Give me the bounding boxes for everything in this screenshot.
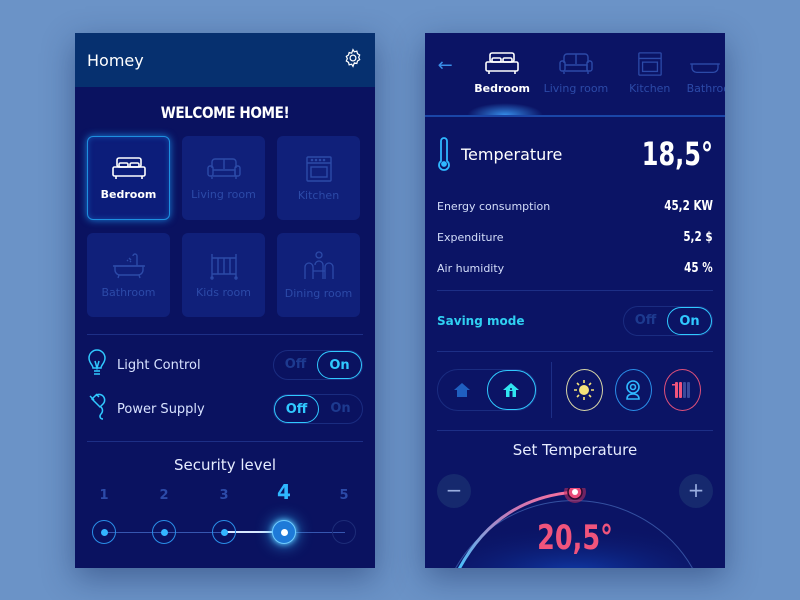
active-tab-indicator xyxy=(467,103,543,115)
room-tabs: ← Bedroom Living room Kitchen Bathroom xyxy=(425,33,725,115)
toggle-off[interactable]: Off xyxy=(624,307,667,335)
home-screen: Homey WELCOME HOME! Bedroom Living room … xyxy=(75,33,375,568)
level-dot-3[interactable] xyxy=(212,520,236,544)
level-dot-1[interactable] xyxy=(92,520,116,544)
back-arrow-icon[interactable]: ← xyxy=(425,51,465,76)
power-supply-row: Power Supply Off On xyxy=(75,387,375,431)
thermometer-icon xyxy=(438,137,450,171)
light-control-toggle[interactable]: Off On xyxy=(273,350,363,380)
divider xyxy=(87,441,363,442)
away-home-icon[interactable] xyxy=(438,370,487,410)
room-tile-kids-room[interactable]: Kids room xyxy=(182,233,265,317)
oven-icon xyxy=(637,52,662,76)
decrease-temperature-button[interactable]: − xyxy=(437,474,471,508)
bed-icon xyxy=(111,156,146,179)
light-bulb-icon xyxy=(87,349,117,381)
app-header: Homey xyxy=(75,33,375,87)
divider xyxy=(437,430,713,431)
saving-mode-toggle[interactable]: Off On xyxy=(623,306,713,336)
bathtub-icon xyxy=(112,252,145,278)
lighting-button[interactable] xyxy=(565,369,603,411)
tab-bathroom[interactable]: Bathroom xyxy=(687,51,725,95)
tab-kitchen[interactable]: Kitchen xyxy=(613,51,687,95)
level-label: 1 xyxy=(99,488,109,503)
stat-row: Air humidity 45 % xyxy=(437,261,713,276)
stat-row: Energy consumption 45,2 KW xyxy=(437,199,713,214)
room-detail-screen: ← Bedroom Living room Kitchen Bathroom T… xyxy=(425,33,725,568)
level-dot-4[interactable] xyxy=(272,520,296,544)
room-tile-bedroom[interactable]: Bedroom xyxy=(87,136,170,220)
set-temperature-title: Set Temperature xyxy=(512,441,638,459)
sofa-icon xyxy=(206,157,241,179)
power-supply-toggle[interactable]: Off On xyxy=(273,394,363,424)
toggle-on[interactable]: On xyxy=(667,307,712,335)
bed-icon xyxy=(485,52,519,74)
heater-button[interactable] xyxy=(663,369,702,411)
level-label: 5 xyxy=(339,488,349,503)
toggle-off[interactable]: Off xyxy=(274,395,319,423)
level-label: 2 xyxy=(159,488,169,503)
bathtub-icon xyxy=(689,63,720,74)
toggle-on[interactable]: On xyxy=(317,351,362,379)
room-tile-bathroom[interactable]: Bathroom xyxy=(87,233,170,317)
room-grid: Bedroom Living room Kitchen Bathroom Kid… xyxy=(75,136,375,317)
toggle-on[interactable]: On xyxy=(319,395,362,423)
level-dot-5[interactable] xyxy=(332,520,356,544)
gear-icon[interactable] xyxy=(343,48,363,72)
home-mode-toggle[interactable] xyxy=(437,369,537,411)
stat-row: Expenditure 5,2 $ xyxy=(437,230,713,245)
level-label-current: 4 xyxy=(277,480,291,504)
increase-temperature-button[interactable]: + xyxy=(679,474,713,508)
light-control-row: Light Control Off On xyxy=(75,343,375,387)
radiator-icon xyxy=(672,382,691,398)
welcome-heading: WELCOME HOME! xyxy=(160,103,290,122)
device-modes xyxy=(425,352,725,428)
home-occupied-icon[interactable] xyxy=(486,370,536,410)
room-tile-living-room[interactable]: Living room xyxy=(182,136,265,220)
app-title: Homey xyxy=(87,50,144,70)
temperature-row: Temperature 18,5° xyxy=(425,117,725,191)
webcam-icon xyxy=(626,380,641,400)
room-tile-dining-room[interactable]: Dining room xyxy=(277,233,360,317)
level-label: 3 xyxy=(219,488,229,503)
crib-icon xyxy=(209,253,238,280)
oven-icon xyxy=(305,155,332,182)
plug-icon xyxy=(87,393,117,425)
saving-mode-row: Saving mode Off On xyxy=(425,291,725,351)
target-temperature: 20,5° xyxy=(537,518,613,558)
sofa-icon xyxy=(559,53,593,74)
level-dot-2[interactable] xyxy=(152,520,176,544)
tab-living-room[interactable]: Living room xyxy=(539,51,613,95)
security-level-slider[interactable]: 1 2 3 4 5 xyxy=(75,480,375,552)
camera-button[interactable] xyxy=(614,369,652,411)
room-tile-kitchen[interactable]: Kitchen xyxy=(277,136,360,220)
current-temperature: 18,5° xyxy=(641,135,713,173)
dining-icon xyxy=(303,250,334,279)
divider xyxy=(551,362,552,418)
tab-bedroom[interactable]: Bedroom xyxy=(465,51,539,95)
toggle-off[interactable]: Off xyxy=(274,351,317,379)
sun-icon xyxy=(574,380,595,400)
security-level-title: Security level xyxy=(173,456,277,474)
